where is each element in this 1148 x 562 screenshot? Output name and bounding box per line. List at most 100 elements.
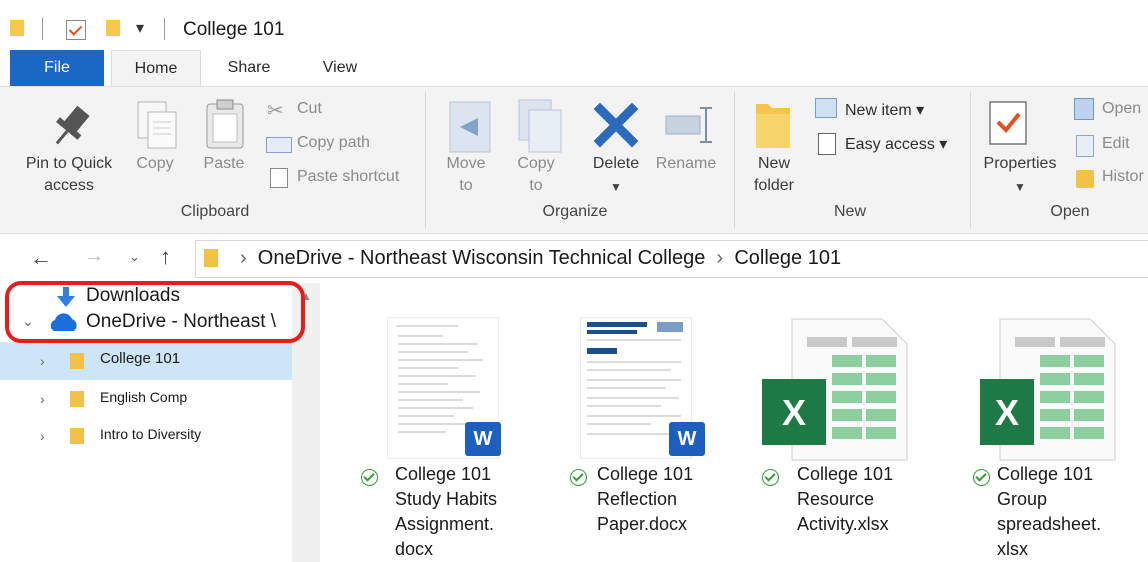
file-item[interactable]: X College 101 Group spreadsheet. xlsx (970, 300, 1148, 562)
chevron-right-icon[interactable]: › (40, 353, 45, 369)
file-name: College 101 Resource Activity.xlsx (797, 464, 894, 534)
paste-shortcut-icon (270, 168, 288, 188)
divider (164, 18, 165, 40)
folder-icon (70, 391, 84, 407)
new-folder-icon (754, 100, 792, 155)
move-to-icon (446, 100, 494, 159)
file-name: College 101 Reflection Paper.docx (597, 464, 694, 534)
paste-shortcut-button[interactable]: Paste shortcut (297, 168, 399, 186)
file-name: College 101 Group spreadsheet. xlsx (997, 464, 1102, 559)
easy-access-button[interactable]: Easy access ▾ (845, 134, 947, 154)
history-icon (1076, 170, 1094, 188)
properties-dropdown-icon[interactable]: ▼ (1014, 180, 1026, 194)
customize-toolbar-icon[interactable]: ▾ (136, 18, 144, 38)
copy-to-button[interactable]: Copy to (508, 153, 564, 197)
easy-access-icon (818, 133, 836, 155)
title-bar: ▾ College 101 (0, 0, 1148, 50)
copy-path-button[interactable]: Copy path (297, 134, 370, 152)
delete-dropdown-icon[interactable]: ▼ (610, 180, 622, 194)
history-button[interactable]: Histor (1102, 168, 1144, 186)
open-icon (1074, 98, 1094, 120)
easy-access-label: Easy access (845, 136, 935, 153)
tab-file[interactable]: File (10, 50, 104, 86)
new-folder-button[interactable]: New folder (744, 153, 804, 197)
breadcrumb: › OneDrive - Northeast Wisconsin Technic… (240, 247, 842, 269)
move-label-1: Move (446, 155, 486, 172)
properties-icon (988, 100, 1028, 151)
properties-quick-icon[interactable] (66, 20, 86, 40)
forward-icon[interactable]: → (84, 245, 104, 268)
group-label-clipboard: Clipboard (180, 203, 250, 220)
new-folder-quick-icon[interactable] (106, 20, 120, 36)
folder-icon (10, 20, 24, 36)
file-name: College 101 Study Habits Assignment. doc… (395, 464, 498, 559)
new-folder-label-2: folder (753, 177, 795, 194)
copy-icon (136, 100, 180, 155)
move-to-button[interactable]: Move to (438, 153, 494, 197)
tab-share[interactable]: Share (214, 50, 284, 86)
address-bar-row: ← → ⌄ ↑ › OneDrive - Northeast Wisconsin… (0, 235, 1148, 283)
breadcrumb-item-onedrive[interactable]: OneDrive - Northeast Wisconsin Technical… (258, 247, 706, 269)
rename-button[interactable]: Rename (652, 153, 720, 175)
synced-check-icon (570, 469, 587, 486)
copy-to-icon (515, 98, 563, 159)
folder-icon (70, 353, 84, 369)
new-item-icon (815, 98, 837, 118)
new-folder-label-1: New (757, 155, 790, 172)
folder-icon (70, 428, 84, 444)
pin-label-1: Pin to Quick (25, 155, 113, 172)
open-button[interactable]: Open (1102, 100, 1141, 118)
pin-icon (40, 102, 100, 157)
new-item-button[interactable]: New item ▾ (845, 100, 924, 120)
ribbon-tabs: File Home Share View (0, 50, 1148, 88)
cut-icon: ✂ (267, 100, 284, 122)
up-icon[interactable]: ↑ (160, 244, 171, 270)
copy-path-icon (266, 137, 292, 153)
group-label-new: New (833, 203, 866, 220)
file-item[interactable]: X College 101 Resource Activity.xlsx (762, 300, 962, 562)
word-icon: W (465, 422, 501, 456)
window-title: College 101 (183, 19, 285, 40)
group-label-open: Open (1050, 203, 1090, 220)
tab-view[interactable]: View (305, 50, 375, 86)
synced-check-icon (973, 469, 990, 486)
nav-item-english-comp[interactable]: › English Comp (0, 382, 292, 416)
divider (42, 18, 43, 40)
recent-locations-icon[interactable]: ⌄ (129, 249, 140, 265)
delete-icon (593, 102, 639, 153)
file-item[interactable]: W College 101 Study Habits Assignment. d… (355, 300, 555, 562)
pin-to-quick-access-button[interactable]: Pin to Quick access (14, 153, 124, 197)
svg-text:X: X (995, 392, 1019, 433)
copy-to-label-2: to (529, 177, 543, 194)
svg-text:X: X (782, 392, 806, 433)
annotation-highlight (5, 281, 305, 343)
chevron-right-icon[interactable]: › (40, 428, 45, 444)
nav-label-folder: College 101 (100, 350, 181, 367)
folder-icon (204, 249, 218, 267)
paste-button[interactable]: Paste (198, 153, 250, 175)
copy-to-label-1: Copy (517, 155, 555, 172)
edit-icon (1076, 135, 1094, 157)
breadcrumb-item-current[interactable]: College 101 (734, 247, 841, 269)
new-item-label: New item (845, 102, 912, 119)
pin-label-2: access (44, 177, 94, 194)
paste-icon (204, 98, 246, 155)
tab-home[interactable]: Home (111, 50, 201, 88)
copy-button[interactable]: Copy (130, 153, 180, 175)
nav-item-college-101[interactable]: › College 101 (0, 342, 292, 380)
chevron-right-icon[interactable]: › (40, 391, 45, 407)
divider (734, 92, 735, 228)
cut-button[interactable]: Cut (297, 100, 322, 118)
nav-item-intro-to-diversity[interactable]: › Intro to Diversity (0, 420, 292, 454)
back-icon[interactable]: ← (30, 245, 52, 271)
rename-icon (664, 104, 714, 149)
synced-check-icon (361, 469, 378, 486)
delete-button[interactable]: Delete (586, 153, 646, 175)
excel-icon: X (762, 317, 908, 461)
properties-button[interactable]: Properties (974, 153, 1066, 175)
file-item[interactable]: W College 101 Reflection Paper.docx (565, 300, 765, 562)
edit-button[interactable]: Edit (1102, 135, 1130, 153)
move-label-2: to (459, 177, 473, 194)
synced-check-icon (762, 469, 779, 486)
divider (970, 92, 971, 228)
